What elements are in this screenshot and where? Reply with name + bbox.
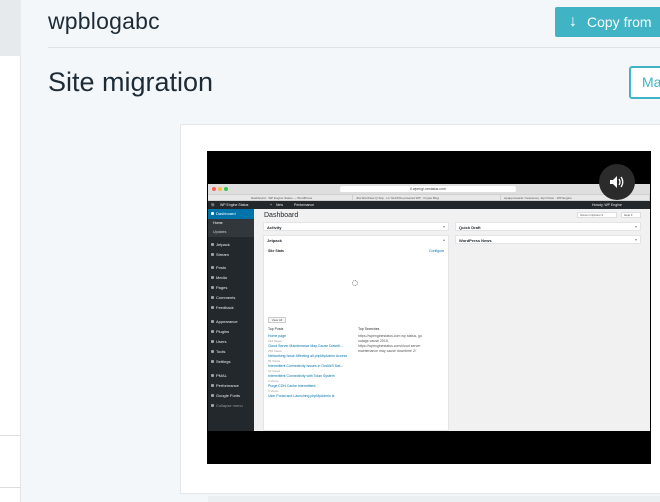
top-post-views: 255 Views (268, 349, 282, 353)
wp-admin-menu: Dashboard Home Updates Jetpack Stream Po… (208, 209, 254, 431)
menu-item: Performance (208, 381, 254, 391)
wordpress-news-box: WordPress News ▾ (455, 235, 641, 244)
menu-item: Posts (208, 263, 254, 273)
close-dot-icon (212, 187, 216, 191)
minimize-dot-icon (218, 187, 222, 191)
menu-item: Stream (208, 250, 254, 260)
top-search-line: outage cause 2015, (358, 339, 389, 343)
top-post-title: User Portal and Launching phpMyAdmin is (268, 394, 335, 398)
video-frame-screenshot: tl.wpengi-nestatus.com Dashboard · WP En… (208, 184, 650, 431)
wp-dashboard-content: Dashboard Screen Options ▾ Help ▾ Activi… (254, 209, 650, 431)
page-title: Site migration (48, 67, 214, 97)
help-tab: Help ▾ (621, 212, 641, 218)
menu-item: Feedback (208, 303, 254, 313)
loading-spinner-icon (352, 280, 358, 286)
admin-bar-site: WP Engine Status (220, 203, 249, 207)
activity-box: Activity ▾ (263, 222, 449, 231)
sidebar-divider (0, 487, 21, 488)
top-post-views: 55 Views (268, 359, 281, 363)
header-divider (48, 47, 660, 48)
top-searches-heading: Top Searches (358, 327, 380, 331)
top-post-title: Intermittent Connectivity with Tolan Sys… (268, 374, 335, 378)
caret-down-icon: ▾ (634, 224, 637, 229)
view-all-button: View All (268, 317, 286, 323)
top-post-views: 3 Views (268, 389, 279, 393)
site-name: wpblogabc (48, 8, 160, 34)
dashboard-title: Dashboard (264, 212, 299, 219)
menu-item: Jetpack (208, 240, 254, 250)
menu-item: Pages (208, 283, 254, 293)
menu-item: Appearance (208, 317, 254, 327)
browser-chrome: tl.wpengi-nestatus.com (208, 184, 650, 195)
top-search-line: https://wpenginestatus.com wp status, go (358, 334, 423, 338)
menu-item: Settings (208, 357, 254, 367)
top-post-title: Cloud Server Maintenance May Cause Downt… (268, 344, 343, 348)
plus-icon: + (270, 203, 273, 207)
wordpress-news-heading: WordPress News (459, 238, 492, 243)
menu-home: Home (208, 219, 254, 228)
top-post-views: 3 Views (268, 379, 279, 383)
top-posts-heading: Top Posts (268, 327, 284, 331)
top-post-title: Home page (268, 334, 287, 338)
tutorial-video[interactable]: tl.wpengi-nestatus.com Dashboard · WP En… (207, 151, 651, 464)
menu-item: Collapse menu (208, 401, 254, 411)
top-post-views: 244 Views (268, 339, 282, 343)
wp-admin-bar: Ⓦ WP Engine Status + New Performance How… (208, 201, 650, 209)
activity-heading: Activity (267, 225, 282, 230)
jetpack-box: Jetpack ▴ Site Stats Configure View All … (263, 235, 449, 431)
caret-down-icon: ▾ (442, 224, 445, 229)
top-post-title: Intermittent Connectivity Issues in OnAW… (268, 364, 344, 368)
caret-down-icon: ▾ (634, 237, 637, 242)
volume-icon[interactable] (599, 164, 635, 200)
speaker-icon (610, 176, 624, 188)
next-card-edge (208, 496, 660, 502)
admin-bar-howdy: Howdy, WP Engine (592, 203, 622, 207)
browser-url-bar: tl.wpengi-nestatus.com (340, 186, 516, 192)
menu-updates: Updates (208, 228, 254, 237)
jetpack-heading: Jetpack (267, 238, 282, 243)
site-stats-heading: Site Stats (268, 249, 284, 253)
menu-item: Plugins (208, 327, 254, 337)
menu-item: Comments (208, 293, 254, 303)
top-post-views: 10 Views (268, 369, 281, 373)
top-search-line: https://wpenginestatus.com/cloud server (358, 344, 421, 348)
left-sidebar (0, 0, 21, 502)
quick-draft-box: Quick Draft ▾ (455, 222, 641, 231)
menu-item: Google Fonts (208, 391, 254, 401)
menu-item: Tools (208, 347, 254, 357)
top-post-title: Networking Issue Affecting all phpMyAdmi… (268, 354, 348, 358)
download-arrow-icon: ↓ (569, 13, 577, 30)
quick-draft-heading: Quick Draft (459, 225, 481, 230)
top-search-line: maintenance may cause downtime 2/ (358, 349, 416, 353)
menu-dashboard: Dashboard (208, 209, 254, 219)
migration-action-button[interactable]: Ma (629, 66, 660, 99)
maximize-dot-icon (224, 187, 228, 191)
sidebar-selected-item[interactable] (0, 0, 21, 56)
screen-options-tab: Screen Options ▾ (577, 212, 617, 218)
copy-from-label: Copy from (587, 14, 652, 30)
copy-from-button[interactable]: ↓ Copy from (555, 7, 660, 37)
admin-bar-performance: Performance (294, 203, 315, 207)
caret-up-icon: ▴ (442, 237, 445, 242)
sidebar-divider (0, 435, 21, 436)
menu-item: Users (208, 337, 254, 347)
wp-logo-icon: Ⓦ (211, 203, 215, 207)
menu-item: PMAL (208, 371, 254, 381)
admin-bar-new: New (276, 203, 284, 207)
configure-link: Configure (429, 249, 445, 253)
top-post-title: Purge CDN Cache Intermittent (268, 384, 316, 388)
menu-item: Media (208, 273, 254, 283)
